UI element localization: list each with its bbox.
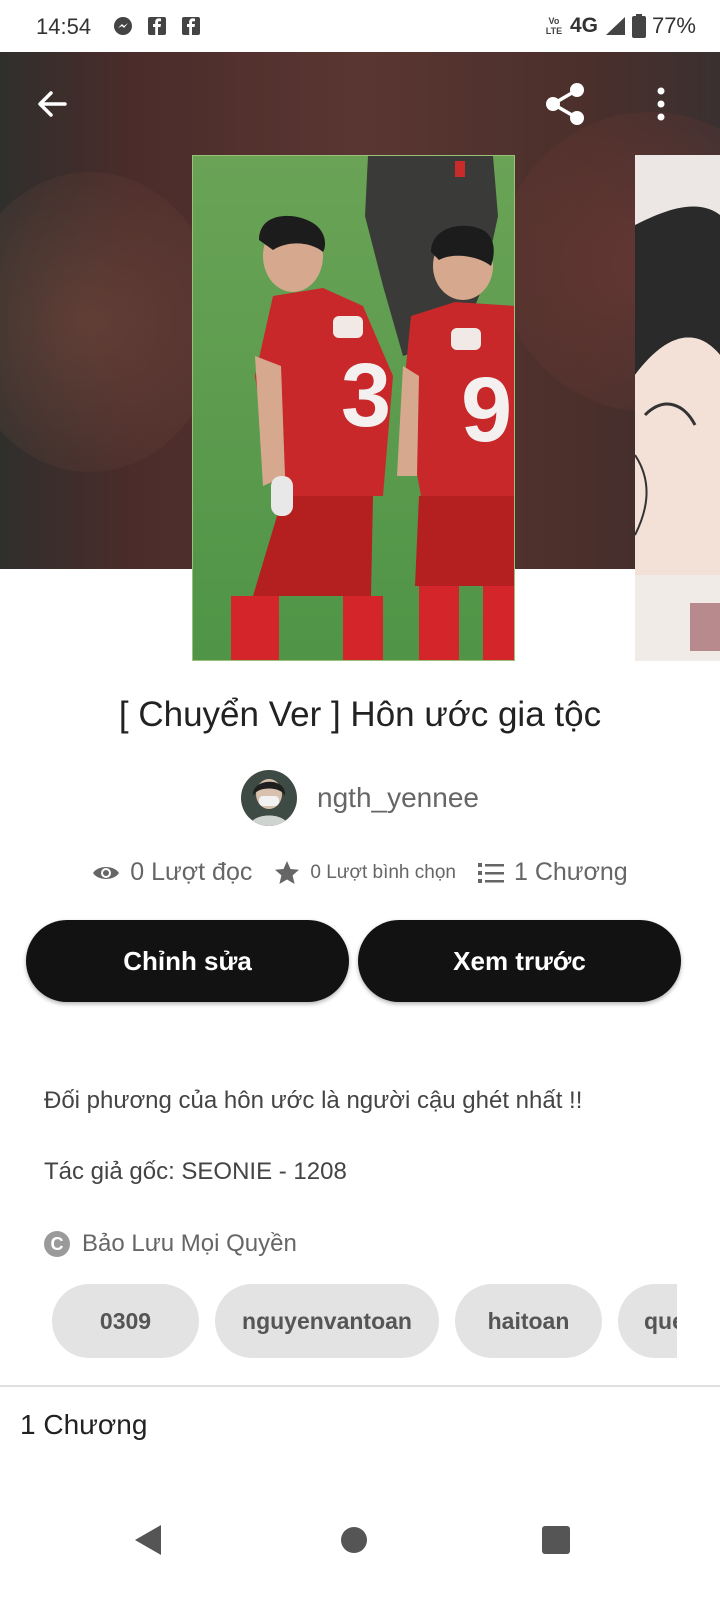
tag-chip[interactable]: 0309: [52, 1284, 199, 1358]
share-button[interactable]: [541, 80, 589, 128]
parts-count: 1 Chương: [513, 858, 628, 886]
nav-recents-button[interactable]: [526, 1510, 586, 1570]
preview-button[interactable]: Xem trước: [358, 920, 681, 1002]
messenger-icon: [114, 17, 132, 35]
story-stats: 0 Lượt đọc 0 Lượt bình chọn 1 Chương: [0, 858, 720, 887]
original-author: Tác giả gốc: SEONIE - 1208: [44, 1158, 347, 1185]
reads-stat: 0 Lượt đọc: [92, 858, 252, 887]
share-icon: [546, 83, 584, 125]
avatar[interactable]: [241, 770, 298, 826]
system-nav-bar: [0, 1480, 720, 1600]
svg-text:3: 3: [341, 346, 391, 446]
votes-stat: 0 Lượt bình chọn: [274, 860, 456, 886]
side-cover[interactable]: [635, 155, 720, 661]
side-cover-image: [635, 155, 720, 661]
square-recents-icon: [542, 1526, 570, 1554]
tag-list[interactable]: 0309nguyenvantoanhaitoan que: [52, 1284, 677, 1358]
more-vertical-icon: [657, 87, 665, 121]
eye-icon: [93, 866, 120, 879]
story-cover[interactable]: 3 9: [192, 155, 515, 661]
list-icon: [477, 862, 504, 883]
hero-blur: [0, 172, 220, 472]
volte-indicator: Vo LTE: [545, 16, 563, 36]
nav-back-button[interactable]: [118, 1510, 178, 1570]
battery-percent: 77%: [651, 13, 696, 38]
story-description: Đối phương của hôn ước là người cậu ghét…: [44, 1087, 583, 1114]
reads-count: 0 Lượt đọc: [130, 858, 253, 886]
copyright-icon: C: [44, 1231, 70, 1257]
copyright-notice: C Bảo Lưu Mọi Quyền: [44, 1230, 297, 1258]
signal-icon: [605, 17, 625, 35]
triangle-back-icon: [135, 1525, 161, 1555]
copyright-text: Bảo Lưu Mọi Quyền: [82, 1230, 297, 1257]
back-button[interactable]: [28, 80, 76, 128]
votes-count: 0 Lượt bình chọn: [310, 861, 456, 883]
tag-chip[interactable]: que: [618, 1284, 677, 1358]
arrow-left-icon: [38, 91, 67, 117]
svg-text:9: 9: [461, 359, 512, 461]
cover-image: 3 9: [193, 156, 514, 660]
nav-home-button[interactable]: [324, 1510, 384, 1570]
story-title: [ Chuyển Ver ] Hôn ước gia tộc: [118, 695, 602, 734]
battery-icon: [631, 14, 646, 38]
status-time: 14:54: [36, 14, 92, 39]
parts-stat[interactable]: 1 Chương: [477, 858, 628, 887]
more-options-button[interactable]: [637, 80, 685, 128]
author-link[interactable]: ngth_yennee: [0, 770, 720, 826]
author-name[interactable]: ngth_yennee: [317, 782, 479, 814]
facebook-icon: [148, 17, 166, 35]
chapters-heading[interactable]: 1 Chương: [20, 1409, 147, 1441]
facebook-icon: [182, 17, 200, 35]
avatar-image: [241, 770, 298, 826]
star-icon: [275, 860, 300, 884]
network-type: 4G: [569, 14, 598, 37]
tag-chip[interactable]: haitoan: [455, 1284, 602, 1358]
tag-chip[interactable]: nguyenvantoan: [215, 1284, 439, 1358]
divider: [0, 1385, 720, 1387]
circle-home-icon: [341, 1527, 367, 1553]
edit-button[interactable]: Chỉnh sửa: [26, 920, 349, 1002]
status-bar: 14:54 Vo LTE 4G 77%: [0, 0, 720, 52]
